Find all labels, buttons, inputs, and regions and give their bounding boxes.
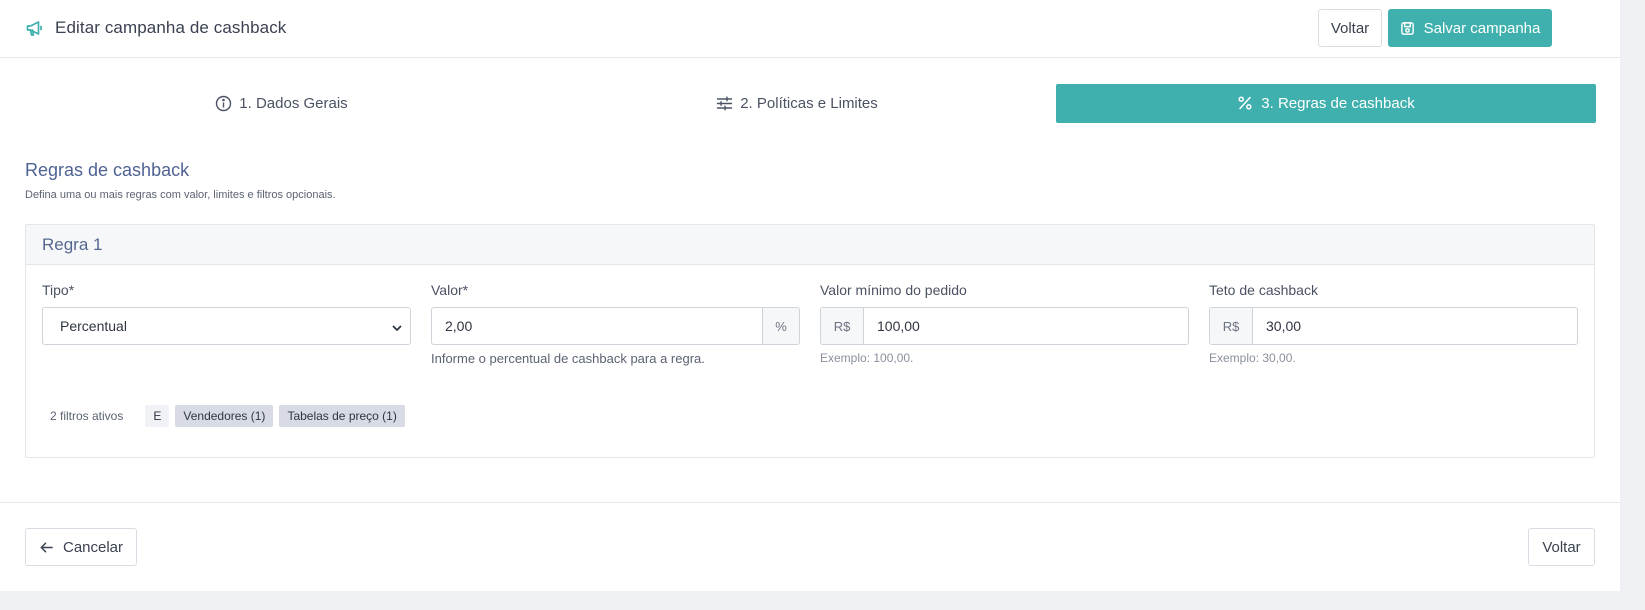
minimo-input[interactable]: 100,00 — [864, 308, 1188, 344]
save-icon — [1400, 21, 1415, 36]
cancel-label: Cancelar — [62, 538, 124, 556]
chevron-down-icon — [391, 321, 403, 333]
rule-title: Regra 1 — [26, 225, 1594, 265]
cancel-button[interactable]: Cancelar — [25, 528, 137, 566]
minimo-input-group: R$ 100,00 — [820, 307, 1189, 345]
teto-help: Exemplo: 30,00. — [1209, 351, 1296, 365]
step-dados-gerais[interactable]: 1. Dados Gerais — [25, 84, 538, 123]
footer-back-button[interactable]: Voltar — [1528, 528, 1595, 566]
step-politicas-limites[interactable]: 2. Políticas e Limites — [538, 84, 1056, 123]
valor-label: Valor* — [431, 282, 469, 298]
step-label: 1. Dados Gerais — [239, 95, 348, 112]
step-regras-cashback[interactable]: 3. Regras de cashback — [1056, 84, 1596, 123]
arrow-left-icon — [39, 540, 54, 555]
filter-operator-badge: E — [145, 405, 170, 427]
currency-addon: R$ — [821, 308, 864, 344]
filter-tag-tabelas-preco[interactable]: Tabelas de preço (1) — [279, 405, 405, 427]
filter-tag-vendedores[interactable]: Vendedores (1) — [175, 405, 274, 427]
megaphone-icon — [25, 18, 45, 38]
valor-input[interactable]: 2,00 — [432, 308, 762, 344]
campaign-card: Editar campanha de cashback Voltar Salva… — [0, 0, 1620, 591]
teto-input[interactable]: 30,00 — [1253, 308, 1577, 344]
sliders-icon — [716, 95, 733, 112]
section-title: Regras de cashback — [25, 160, 190, 180]
filter-count: 2 filtros ativos — [50, 409, 124, 423]
tipo-select[interactable]: Percentual — [42, 307, 411, 345]
save-campaign-button[interactable]: Salvar campanha — [1388, 9, 1552, 47]
minimo-help: Exemplo: 100,00. — [820, 351, 914, 365]
tipo-label: Tipo* — [42, 282, 75, 298]
page-title: Editar campanha de cashback — [25, 17, 286, 39]
info-icon — [215, 95, 232, 112]
valor-input-group: 2,00 % — [431, 307, 800, 345]
page-header: Editar campanha de cashback Voltar Salva… — [0, 0, 1620, 58]
percent-icon — [1237, 95, 1254, 112]
valor-help: Informe o percentual de cashback para a … — [431, 351, 705, 366]
rule-panel: Regra 1 Tipo* Percentual Valor* 2,00 % I… — [25, 224, 1595, 458]
teto-label: Teto de cashback — [1209, 282, 1318, 298]
step-label: 3. Regras de cashback — [1261, 95, 1415, 112]
section-subtitle: Defina uma ou mais regras com valor, lim… — [25, 189, 336, 201]
percent-addon: % — [762, 308, 799, 344]
teto-input-group: R$ 30,00 — [1209, 307, 1578, 345]
footer-divider — [0, 502, 1620, 503]
currency-addon: R$ — [1210, 308, 1253, 344]
header-back-button[interactable]: Voltar — [1318, 9, 1382, 47]
page-title-text: Editar campanha de cashback — [55, 18, 287, 37]
save-campaign-label: Salvar campanha — [1423, 19, 1541, 37]
minimo-label: Valor mínimo do pedido — [820, 282, 967, 298]
step-label: 2. Políticas e Limites — [740, 95, 878, 112]
active-filters: 2 filtros ativos E Vendedores (1) Tabela… — [50, 405, 405, 427]
tipo-select-value: Percentual — [60, 318, 127, 334]
